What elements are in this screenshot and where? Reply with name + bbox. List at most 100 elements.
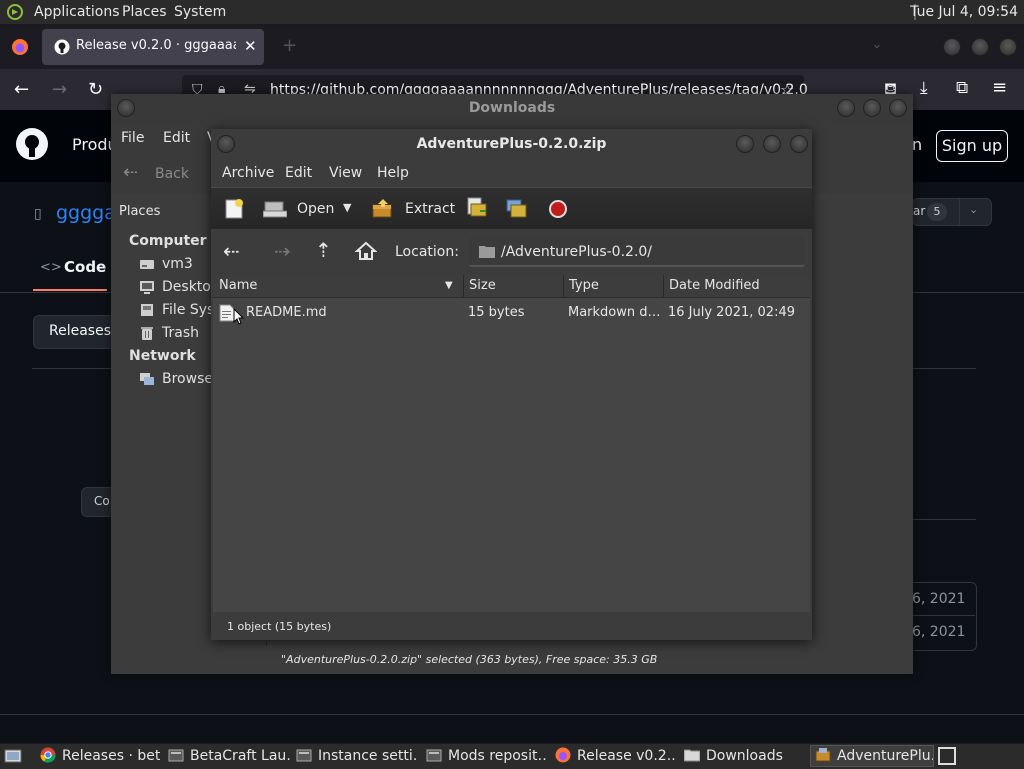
- releases-button[interactable]: Releases: [33, 315, 119, 349]
- browser-tab-bar: Release v0.2.0 · gggaaaann ✕ + ⌄: [0, 25, 1024, 69]
- extensions-icon[interactable]: ⧉: [956, 78, 968, 98]
- top-panel: Applications Places System Tue Jul 4, 09…: [0, 0, 1024, 25]
- gnome-foot-icon[interactable]: [6, 3, 24, 21]
- tab-underline: [33, 289, 107, 291]
- firefox-menu-icon[interactable]: [11, 38, 29, 56]
- close-button[interactable]: [999, 38, 1017, 56]
- github-logo-icon[interactable]: [16, 128, 48, 160]
- menu-help[interactable]: Help: [377, 165, 409, 181]
- file-type: Markdown d…: [568, 305, 661, 320]
- back-arrow-icon[interactable]: ⇠: [123, 162, 138, 183]
- add-folder-icon[interactable]: [505, 196, 529, 220]
- up-arrow-icon[interactable]: ⇡: [315, 238, 332, 262]
- maximize-button[interactable]: [971, 38, 989, 56]
- file-date: 16 July 2021, 02:49: [668, 305, 795, 320]
- close-button[interactable]: [889, 99, 907, 117]
- column-name[interactable]: Name: [219, 278, 257, 293]
- open-icon[interactable]: [263, 199, 287, 219]
- sidebar-heading-computer: Computer: [129, 233, 207, 249]
- menu-archive[interactable]: Archive: [222, 165, 274, 181]
- close-tab-icon[interactable]: ✕: [244, 37, 257, 55]
- taskbar-label: Releases · bet…: [62, 748, 160, 764]
- sort-down-icon[interactable]: ▼: [445, 280, 453, 291]
- places-label[interactable]: Places: [119, 204, 160, 219]
- clock[interactable]: Tue Jul 4, 09:54: [910, 4, 1018, 20]
- code-icon: <>: [40, 260, 62, 275]
- taskbar-label: Instance setti…: [318, 748, 418, 764]
- downloads-titlebar[interactable]: Downloads: [111, 94, 913, 122]
- sidebar-item-vm3[interactable]: vm3: [162, 256, 193, 272]
- hamburger-menu-icon[interactable]: ≡: [992, 77, 1007, 98]
- github-favicon-icon: [54, 39, 70, 55]
- menu-edit[interactable]: Edit: [163, 130, 190, 146]
- sign-in-link[interactable]: n: [912, 135, 922, 154]
- taskbar-item-release-firefox[interactable]: Release v0.2.…: [555, 747, 675, 766]
- asset-date-1: 6, 2021: [912, 591, 966, 607]
- sidebar-item-trash[interactable]: Trash: [162, 325, 199, 341]
- location-field[interactable]: /AdventurePlus-0.2.0/: [469, 237, 805, 267]
- tab-code[interactable]: Code: [64, 258, 106, 276]
- new-archive-icon[interactable]: [223, 198, 245, 220]
- repo-owner-link[interactable]: gggga: [56, 202, 116, 224]
- back-arrow-icon[interactable]: ⇠: [223, 239, 240, 263]
- browser-tab-active[interactable]: Release v0.2.0 · gggaaaann ✕: [42, 29, 264, 65]
- downloads-icon[interactable]: ⤓: [920, 78, 928, 98]
- open-button[interactable]: Open: [297, 201, 334, 217]
- firefox-icon: [555, 747, 571, 763]
- taskbar-label: Mods reposit…: [448, 748, 548, 764]
- folder-icon: [684, 747, 700, 763]
- taskbar-item-betacraft[interactable]: BetaCraft Lau…: [168, 747, 290, 766]
- asset-date-2: 6, 2021: [912, 624, 966, 640]
- back-arrow-icon[interactable]: ←: [14, 79, 29, 100]
- stop-icon[interactable]: [548, 199, 568, 219]
- new-tab-icon[interactable]: +: [282, 35, 297, 56]
- drive-icon: [139, 256, 155, 272]
- add-files-icon[interactable]: [465, 196, 489, 220]
- minimize-button[interactable]: [943, 38, 961, 56]
- reload-icon[interactable]: ↻: [88, 79, 103, 100]
- archive-titlebar[interactable]: AdventurePlus-0.2.0.zip: [211, 129, 812, 159]
- list-tabs-icon[interactable]: ⌄: [872, 37, 882, 51]
- extract-button[interactable]: Extract: [405, 201, 455, 217]
- location-path: /AdventurePlus-0.2.0/: [501, 244, 653, 260]
- folder-icon: [479, 244, 495, 258]
- back-button[interactable]: Back: [155, 166, 189, 182]
- column-size[interactable]: Size: [469, 278, 496, 293]
- repo-icon: ▯: [34, 206, 42, 222]
- open-dropdown-icon[interactable]: ▼: [343, 201, 351, 214]
- star-button[interactable]: ar 5 ⌄: [912, 198, 992, 226]
- sign-up-button[interactable]: Sign up: [936, 130, 1008, 162]
- table-row[interactable]: README.md 15 bytes Markdown d… 16 July 2…: [213, 298, 810, 328]
- close-button[interactable]: [790, 135, 808, 153]
- minimize-button[interactable]: [837, 99, 855, 117]
- column-type[interactable]: Type: [569, 278, 599, 293]
- menu-file[interactable]: File: [121, 130, 144, 146]
- window-menu-button[interactable]: [117, 99, 135, 117]
- system-menu[interactable]: System: [174, 4, 226, 20]
- home-icon[interactable]: [355, 241, 377, 261]
- menu-view[interactable]: View: [329, 165, 362, 181]
- taskbar-item-adventureplus[interactable]: AdventurePlu…: [810, 745, 934, 767]
- taskbar-item-releases[interactable]: Releases · bet…: [40, 747, 160, 766]
- forward-arrow-icon[interactable]: →: [52, 79, 67, 100]
- extract-icon[interactable]: [371, 199, 395, 219]
- star-label: ar: [913, 204, 926, 218]
- maximize-button[interactable]: [763, 135, 781, 153]
- window-menu-button[interactable]: [217, 135, 235, 153]
- desktop-icon: [139, 279, 155, 295]
- star-dropdown-icon[interactable]: ⌄: [969, 203, 978, 216]
- menu-edit[interactable]: Edit: [285, 165, 312, 181]
- sidebar-item-browse-network[interactable]: Browse N: [162, 371, 212, 387]
- taskbar-item-downloads[interactable]: Downloads: [684, 747, 806, 766]
- minimize-button[interactable]: [736, 135, 754, 153]
- taskbar-item-mods-repository[interactable]: Mods reposit…: [426, 747, 548, 766]
- taskbar-item-instance-settings[interactable]: Instance setti…: [296, 747, 418, 766]
- places-menu[interactable]: Places: [122, 4, 167, 20]
- column-date-modified[interactable]: Date Modified: [669, 278, 760, 293]
- applications-menu[interactable]: Applications: [34, 4, 120, 20]
- workspace-switcher[interactable]: [938, 747, 956, 765]
- forward-arrow-icon[interactable]: ⇢: [274, 239, 291, 263]
- show-desktop-icon[interactable]: [4, 747, 22, 765]
- filesystem-icon: [139, 302, 155, 318]
- maximize-button[interactable]: [863, 99, 881, 117]
